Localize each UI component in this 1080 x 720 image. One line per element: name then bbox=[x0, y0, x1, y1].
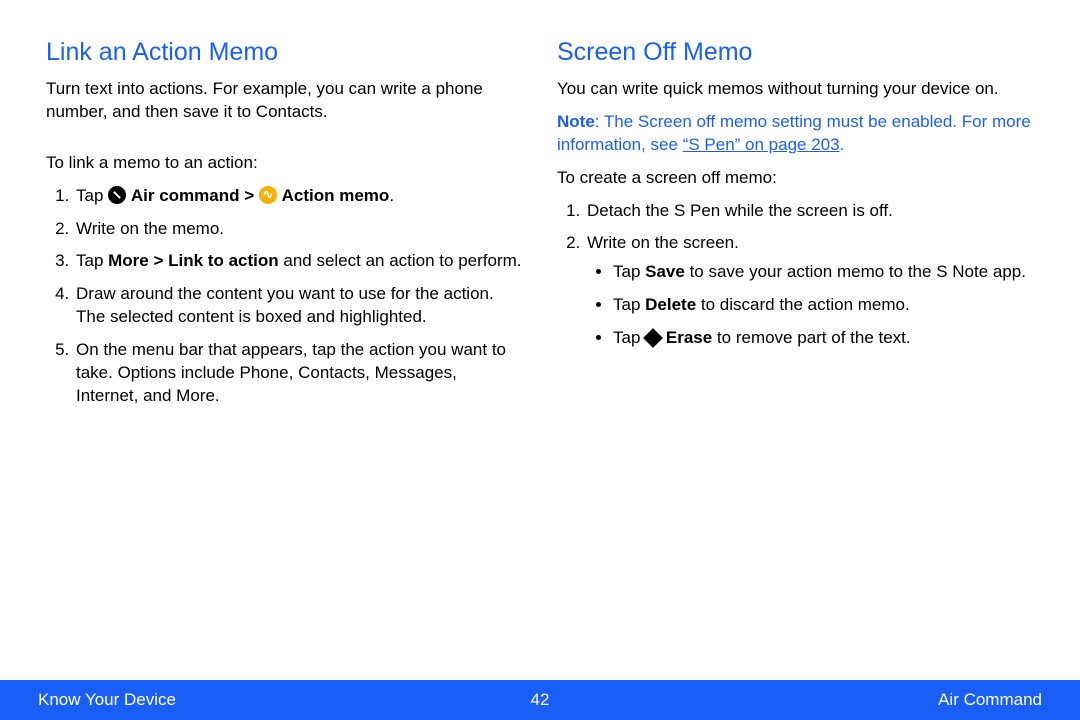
action-memo-icon bbox=[259, 186, 277, 204]
list-item: Tap More > Link to action and select an … bbox=[74, 250, 523, 273]
page-footer: Know Your Device 42 Air Command bbox=[0, 680, 1080, 720]
lead-in: To link a memo to an action: bbox=[46, 152, 523, 175]
left-column: Link an Action Memo Turn text into actio… bbox=[46, 36, 523, 418]
erase-icon bbox=[643, 328, 663, 348]
list-item: On the menu bar that appears, tap the ac… bbox=[74, 339, 523, 408]
heading-screen-off-memo: Screen Off Memo bbox=[557, 36, 1034, 70]
lead-in: To create a screen off memo: bbox=[557, 167, 1034, 190]
link-steps-list: Tap Air command > Action memo. Write on … bbox=[46, 185, 523, 409]
list-item: Write on the memo. bbox=[74, 218, 523, 241]
heading-link-action-memo: Link an Action Memo bbox=[46, 36, 523, 70]
pen-icon bbox=[108, 186, 126, 204]
list-item: Tap Save to save your action memo to the… bbox=[613, 261, 1034, 284]
note-paragraph: Note: The Screen off memo setting must b… bbox=[557, 111, 1034, 157]
list-item: Draw around the content you want to use … bbox=[74, 283, 523, 329]
list-item: Tap Air command > Action memo. bbox=[74, 185, 523, 208]
intro-paragraph: Turn text into actions. For example, you… bbox=[46, 78, 523, 124]
right-column: Screen Off Memo You can write quick memo… bbox=[557, 36, 1034, 418]
sub-bullets: Tap Save to save your action memo to the… bbox=[587, 261, 1034, 350]
list-item: Detach the S Pen while the screen is off… bbox=[585, 200, 1034, 223]
page-number: 42 bbox=[531, 689, 550, 712]
list-item: Write on the screen. Tap Save to save yo… bbox=[585, 232, 1034, 350]
list-item: Tap Delete to discard the action memo. bbox=[613, 294, 1034, 317]
list-item: Tap Erase to remove part of the text. bbox=[613, 327, 1034, 350]
intro-paragraph: You can write quick memos without turnin… bbox=[557, 78, 1034, 101]
spen-page-link[interactable]: “S Pen” on page 203 bbox=[683, 135, 840, 154]
page-body: Link an Action Memo Turn text into actio… bbox=[0, 0, 1080, 418]
footer-right: Air Command bbox=[938, 689, 1042, 712]
screenoff-steps-list: Detach the S Pen while the screen is off… bbox=[557, 200, 1034, 351]
footer-left: Know Your Device bbox=[38, 689, 176, 712]
